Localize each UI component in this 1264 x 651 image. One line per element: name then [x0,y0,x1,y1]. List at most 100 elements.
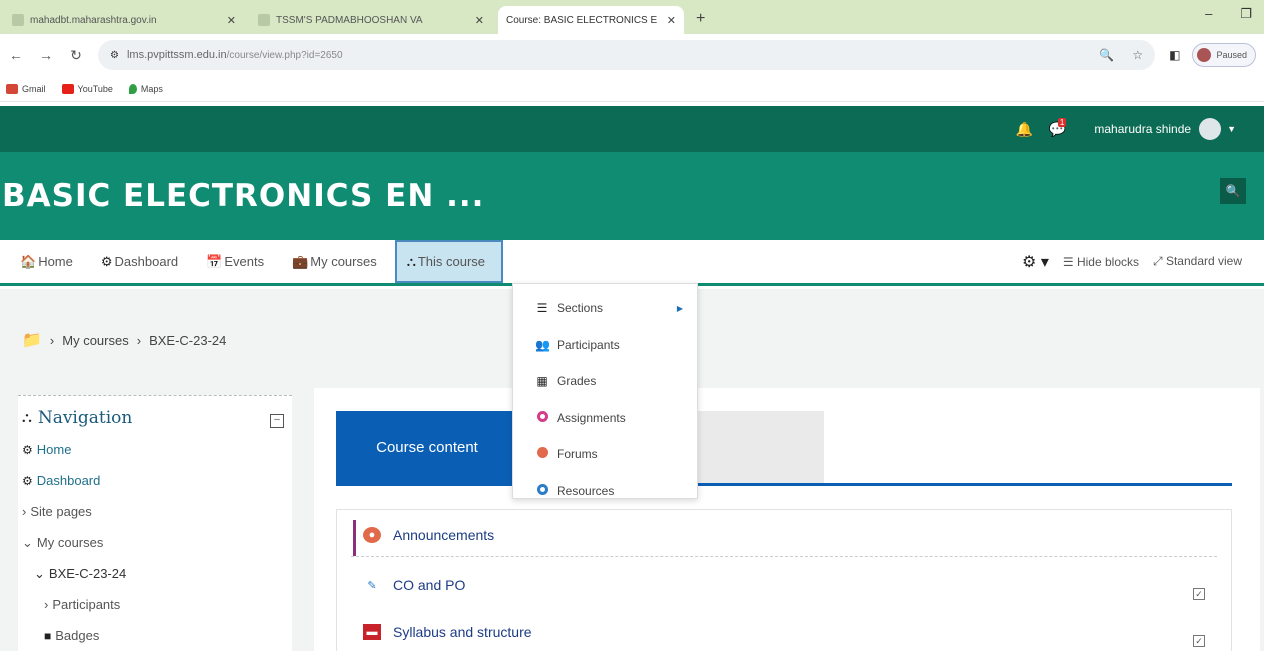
url-input[interactable]: ⚙ lms.pvpittssm.edu.in/course/view.php?i… [98,40,1156,70]
bookmark-star-icon[interactable]: ☆ [1132,48,1143,62]
nav-item-participants[interactable]: › Participants [22,589,292,620]
home-icon: 🏠 [20,253,37,269]
nav-label: Site pages [30,504,92,519]
side-panel-icon[interactable]: ◧ [1169,48,1180,62]
tab-underline [336,483,1232,486]
dropdown-label: Assignments [557,410,626,425]
url-site: lms.pvpittssm.edu.in [126,49,227,61]
bookmark-gmail[interactable]: Gmail [6,83,46,94]
completion-checkbox[interactable]: ✓ [1193,635,1205,647]
completion-checkbox[interactable]: ✓ [1193,588,1205,600]
dropdown-assignments[interactable]: Assignments [513,400,697,437]
activity-label: Syllabus and structure [393,624,532,640]
activity-syllabus[interactable]: ▬ Syllabus and structure [363,624,532,640]
browser-tab-tssm[interactable]: TSSM'S PADMABHOOSHAN VA ✕ [250,6,492,34]
nav-item-site-pages[interactable]: › Site pages [22,496,292,527]
activity-co-po[interactable]: ✎ CO and PO [363,577,465,593]
minimize-icon[interactable]: – [1205,6,1212,22]
dashboard-icon: ⚙ [22,442,33,457]
notification-bell-icon[interactable]: 🔔 [1015,121,1032,138]
bookmark-label: Gmail [22,83,46,94]
profile-button[interactable]: Paused [1192,43,1256,67]
close-tab-icon[interactable]: ✕ [667,14,676,27]
standard-view-button[interactable]: ⤢ Standard view [1153,254,1242,269]
search-button[interactable]: 🔍 [1220,178,1246,204]
reload-icon[interactable]: ↻ [68,47,84,64]
bookmark-maps[interactable]: Maps [128,83,163,94]
menu-this-course[interactable]: ⛬ This course [394,240,504,283]
zoom-icon[interactable]: 🔍 [1099,48,1114,62]
dropdown-forums[interactable]: Forums [513,436,697,473]
tab-course-content[interactable]: Course content [336,411,518,483]
nav-label: BXE-C-23-24 [48,566,127,581]
bookmarks-bar: Gmail YouTube Maps [0,76,1264,102]
forum-icon [535,447,549,461]
menu-events[interactable]: 📅 Events [206,240,264,283]
dropdown-grades[interactable]: ▦ Grades [513,363,697,400]
activity-label: Announcements [393,527,495,543]
favicon-icon [258,14,270,26]
hide-blocks-button[interactable]: ☰ Hide blocks [1063,255,1139,269]
page-title: BASIC ELECTRONICS EN ... [2,178,485,214]
messages-icon[interactable]: 💬 1 [1049,117,1067,138]
close-tab-icon[interactable]: ✕ [475,14,484,27]
close-tab-icon[interactable]: ✕ [227,14,236,27]
breadcrumb-course[interactable]: BXE-C-23-24 [149,333,226,348]
menu-label: My courses [310,254,377,269]
nav-label: Badges [55,628,100,643]
browser-tab-mahadbt[interactable]: mahadbt.maharashtra.gov.in ✕ [4,6,244,34]
nav-item-dashboard[interactable]: ⚙ Dashboard [22,465,292,496]
gear-icon[interactable]: ⚙ ▾ [1022,252,1049,272]
breadcrumb-my-courses[interactable]: My courses [62,333,128,348]
menu-dashboard[interactable]: ⚙ Dashboard [101,240,178,283]
browser-tab-course[interactable]: Course: BASIC ELECTRONICS E ✕ [498,6,684,34]
bookmark-youtube[interactable]: YouTube [61,83,113,94]
menu-my-courses[interactable]: 💼 My courses [292,240,377,283]
sitemap-icon: ⛬ [406,253,416,269]
nav-item-badges[interactable]: ■ Badges [22,620,292,651]
hide-blocks-label: Hide blocks [1076,254,1139,269]
standard-view-label: Standard view [1165,254,1242,268]
user-name[interactable]: maharudra shinde [1094,122,1191,136]
dropdown-resources[interactable]: Resources [513,473,697,510]
chevron-down-icon: ⌄ [34,565,45,581]
forward-icon[interactable]: → [38,47,54,63]
window-controls: – ❐ [1205,6,1252,22]
address-bar-row: ← → ↻ ⚙ lms.pvpittssm.edu.in/course/view… [0,34,1264,76]
pdf-icon: ▬ [363,624,381,640]
restore-icon[interactable]: ❐ [1240,6,1252,22]
block-title: Navigation [37,408,133,428]
breadcrumb: 📁 › My courses › BXE-C-23-24 [22,330,227,350]
chevron-right-icon: › [44,597,49,612]
back-icon[interactable]: ← [8,47,24,63]
menu-label: Dashboard [114,254,179,269]
navigation-heading: ⛬ Navigation [22,408,292,428]
url-path: /course/view.php?id=2650 [226,50,343,61]
folder-icon[interactable]: 📁 [22,330,42,350]
avatar[interactable] [1199,118,1222,140]
assignment-icon [535,410,549,425]
nav-label: Dashboard [36,473,101,488]
nav-item-home[interactable]: ⚙ Home [22,434,292,465]
expand-icon: ⤢ [1153,254,1163,268]
course-header: BASIC ELECTRONICS EN ... 🔍 [0,152,1264,240]
profile-status: Paused [1216,50,1247,60]
collapse-block-icon[interactable]: – [270,414,284,428]
dropdown-participants[interactable]: 👥 Participants [513,327,697,364]
dropdown-sections[interactable]: ☰ Sections ▶ [513,290,697,327]
chevron-down-icon: ⌄ [22,534,33,550]
user-menu-caret-icon[interactable]: ▼ [1227,124,1236,134]
nav-item-course[interactable]: ⌄ BXE-C-23-24 [22,558,292,589]
dropdown-label: Sections [557,301,604,316]
menu-home[interactable]: 🏠 Home [20,240,73,283]
tab-title: TSSM'S PADMABHOOSHAN VA [276,14,423,26]
highlight-bar [353,520,356,556]
site-info-icon[interactable]: ⚙ [110,50,119,61]
dropdown-label: Grades [557,374,597,389]
forum-icon: ● [363,527,381,543]
activity-announcements[interactable]: ● Announcements [363,527,494,543]
chevron-right-icon: › [22,504,27,519]
nav-item-my-courses[interactable]: ⌄ My courses [22,527,292,558]
new-tab-button[interactable]: + [690,10,711,34]
dashboard-icon: ⚙ [22,473,33,488]
